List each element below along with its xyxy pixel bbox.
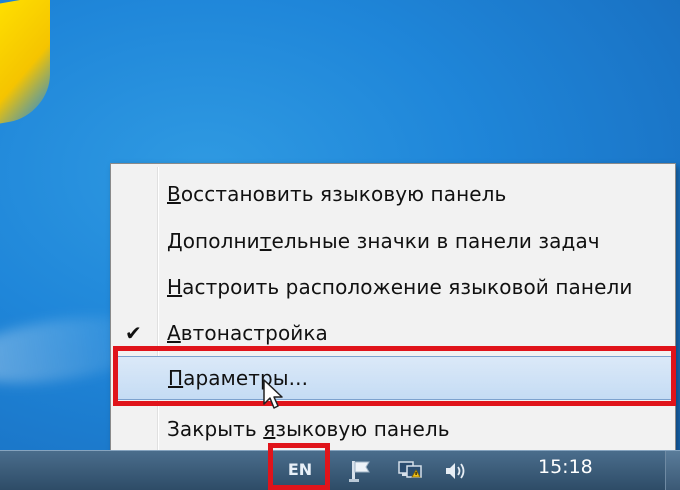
menu-item-label: Восстановить языковую панель <box>167 182 507 206</box>
menu-item-configure-language-bar-position[interactable]: Настроить расположение языковой панели <box>113 265 673 309</box>
mouse-pointer-icon <box>262 378 286 412</box>
language-indicator-highlight-frame <box>268 443 330 490</box>
taskbar: EN 15:18 <box>0 450 680 490</box>
taskbar-clock[interactable]: 15:18 <box>538 456 593 478</box>
menu-item-label: Автонастройка <box>167 321 328 345</box>
settings-highlight-frame <box>113 346 676 406</box>
menu-item-label: Дополнительные значки в панели задач <box>167 229 600 253</box>
wallpaper-logo-fragment <box>0 0 50 126</box>
language-bar-context-menu: Восстановить языковую панель Дополнитель… <box>110 163 676 455</box>
menu-item-close-language-bar[interactable]: Закрыть языковую панель <box>113 407 673 451</box>
action-center-flag-icon[interactable] <box>345 457 375 485</box>
menu-item-restore-language-bar[interactable]: Восстановить языковую панель <box>113 172 673 216</box>
network-icon[interactable] <box>395 457 425 485</box>
volume-icon[interactable] <box>440 457 470 485</box>
menu-item-additional-taskbar-icons[interactable]: Дополнительные значки в панели задач <box>113 219 673 263</box>
check-icon: ✔ <box>125 321 142 345</box>
show-desktop-button[interactable] <box>665 451 680 490</box>
menu-item-label: Закрыть языковую панель <box>167 417 450 441</box>
desktop: Восстановить языковую панель Дополнитель… <box>0 0 680 490</box>
menu-item-label: Настроить расположение языковой панели <box>167 275 633 299</box>
